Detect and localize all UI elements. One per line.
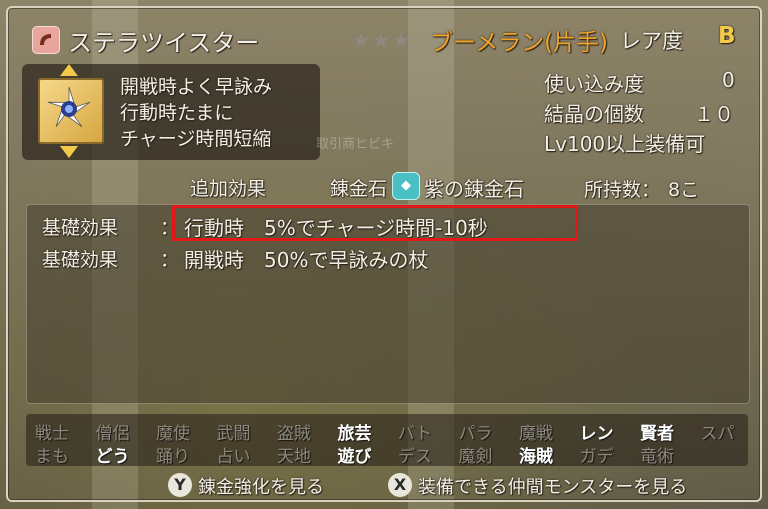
job-row2-5: 遊び	[337, 447, 372, 467]
job-row1-9: レン	[579, 424, 614, 444]
weapon-type: ブーメラン(片手)	[430, 30, 609, 56]
effect-label: 基礎効果	[42, 249, 119, 271]
seller-watermark: 取引商ヒビキ	[316, 137, 395, 152]
job-row1-4: 盗賊	[277, 424, 311, 444]
equip-requirement: Lv100以上装備可	[544, 132, 706, 156]
tab-alchemy-stone[interactable]: 錬金石	[330, 174, 387, 201]
job-row2-6: デス	[398, 447, 432, 467]
job-row2-8: 海賊	[519, 447, 553, 467]
job-row2-1: どう	[95, 447, 130, 467]
job-row1-2: 魔使	[156, 424, 190, 444]
job-row1-7: パラ	[458, 424, 493, 444]
arrow-down-icon[interactable]	[60, 146, 78, 158]
crystal-label: 結晶の個数	[544, 102, 644, 126]
alchemy-stone-name: 紫の錬金石	[424, 177, 524, 201]
view-monsters-button[interactable]: 装備できる仲間モンスターを見る	[418, 473, 687, 499]
job-row2-3: 占い	[216, 447, 251, 467]
job-row2-0: まも	[35, 447, 69, 467]
job-row2-4: 天地	[277, 447, 311, 467]
job-row2-2: 踊り	[156, 447, 190, 467]
job-row1-8: 魔戦	[519, 424, 553, 444]
view-alchemy-button[interactable]: 錬金強化を見る	[198, 473, 324, 499]
job-row1-5: 旅芸	[337, 424, 372, 444]
job-row1-6: バト	[397, 424, 433, 444]
job-row1-1: 僧侶	[95, 424, 130, 444]
job-row2-7: 魔剣	[458, 447, 493, 467]
usage-value: 0	[722, 68, 735, 92]
owned-label: 所持数：	[584, 179, 661, 201]
rarity-stars: ★★★	[352, 28, 412, 52]
job-row1-3: 武闘	[216, 424, 251, 444]
item-name: ステラツイスター	[68, 29, 260, 57]
effect-label: 基礎効果	[42, 217, 119, 239]
job-row1-11: スパ	[700, 424, 735, 444]
usage-label: 使い込み度	[544, 72, 644, 96]
job-row2-9: ガデ	[579, 447, 614, 467]
crystal-value: １０	[694, 102, 734, 126]
rarity-value: B	[718, 23, 736, 49]
y-button-icon[interactable]: Y	[168, 473, 192, 497]
rarity-label: レア度	[620, 29, 683, 53]
boomerang-icon	[32, 26, 60, 54]
description-line-2: 行動時たまに	[120, 102, 234, 124]
item-thumbnail	[38, 78, 104, 144]
tab-additional-effect[interactable]: 追加効果	[190, 174, 266, 201]
alchemy-stone-icon: ◆	[392, 172, 420, 200]
effect-text: 開戦時 50%で早詠みの杖	[184, 248, 429, 272]
description-line-3: チャージ時間短縮	[120, 128, 272, 150]
job-row2-10: 竜術	[640, 447, 674, 467]
job-row1-0: 戦士	[35, 424, 69, 444]
x-button-icon[interactable]: X	[388, 473, 412, 497]
arrow-up-icon[interactable]	[60, 64, 78, 76]
effect-highlight-box	[172, 205, 578, 241]
job-row1-10: 賢者	[640, 424, 674, 444]
owned-value: 8こ	[668, 179, 700, 201]
effect-separator: ：	[160, 249, 180, 271]
description-line-1: 開戦時よく早詠み	[120, 76, 273, 98]
